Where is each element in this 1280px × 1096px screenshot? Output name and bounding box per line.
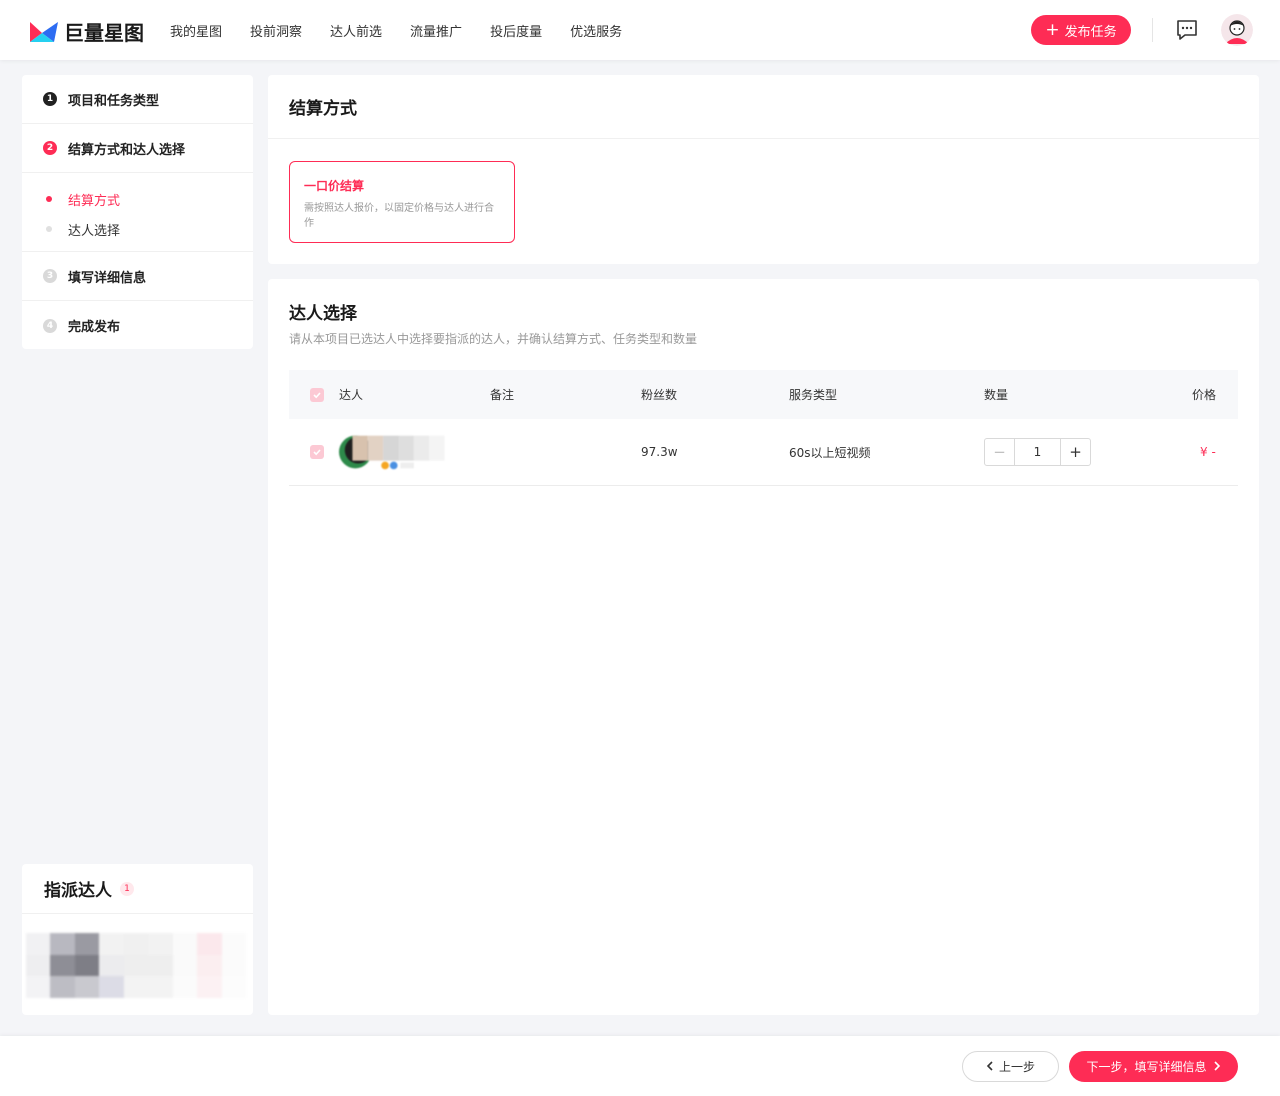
user-avatar[interactable]: [1221, 14, 1253, 46]
table-header: 达人 备注 粉丝数 服务类型 数量 价格: [289, 370, 1238, 419]
substep-list: 结算方式 达人选择: [22, 173, 253, 252]
bullet-dot-icon: [46, 226, 52, 232]
price-value: ¥ -: [1200, 445, 1216, 459]
column-header-fans: 粉丝数: [641, 388, 678, 402]
blurred-creator-info: [339, 419, 459, 485]
main-nav: 我的星图 投前洞察 达人前选 流量推广 投后度量 优选服务: [170, 0, 650, 60]
nav-item-creator-select[interactable]: 达人前选: [330, 21, 382, 40]
fixed-price-option-desc: 需按照达人报价，以固定价格与达人进行合作: [304, 203, 494, 229]
header-divider: [1152, 18, 1153, 42]
top-header: 巨量星图 我的星图 投前洞察 达人前选 流量推广 投后度量 优选服务 + 发布任…: [0, 0, 1280, 60]
select-all-checkbox[interactable]: [310, 387, 324, 402]
step-settlement-creator[interactable]: 2 结算方式和达人选择: [22, 124, 253, 173]
row-select-cell: [310, 419, 324, 485]
fixed-price-option[interactable]: 一口价结算 需按照达人报价，以固定价格与达人进行合作: [289, 161, 515, 243]
plus-icon[interactable]: +: [1060, 439, 1090, 465]
nav-item-my-xingtu[interactable]: 我的星图: [170, 21, 222, 40]
select-all-cell: [310, 370, 324, 419]
creator-selection-title: 达人选择: [289, 304, 357, 324]
fixed-price-option-title: 一口价结算: [304, 179, 365, 193]
quantity-stepper[interactable]: − 1 +: [984, 438, 1091, 466]
substep-label: 达人选择: [68, 223, 121, 239]
blurred-note: [486, 419, 611, 485]
logo-icon: [30, 21, 58, 42]
nav-item-insight[interactable]: 投前洞察: [250, 21, 302, 40]
step-label: 完成发布: [68, 320, 121, 335]
settlement-card: 结算方式 一口价结算 需按照达人报价，以固定价格与达人进行合作: [268, 75, 1259, 264]
column-header-creator: 达人: [339, 388, 364, 402]
settlement-title: 结算方式: [289, 99, 357, 119]
column-header-service: 服务类型: [789, 388, 838, 402]
prev-step-button[interactable]: 上一步: [962, 1051, 1059, 1082]
creator-table: 达人 备注 粉丝数 服务类型 数量 价格 97.3w 60s以上短视频 − 1 …: [289, 370, 1238, 486]
prev-step-label: 上一步: [998, 1060, 1035, 1074]
publish-task-label: 发布任务: [1064, 24, 1117, 40]
row-checkbox[interactable]: [310, 445, 324, 459]
chevron-right-icon: [1213, 1060, 1221, 1074]
column-header-note: 备注: [490, 388, 515, 402]
creator-selection-subtitle: 请从本项目已选达人中选择要指派的达人，并确认结算方式、任务类型和数量: [289, 332, 698, 346]
step-label: 结算方式和达人选择: [68, 142, 186, 158]
quantity-cell: − 1 +: [984, 419, 1091, 485]
assigned-count-badge: 1: [120, 881, 134, 896]
substep-label: 结算方式: [68, 193, 121, 209]
plus-icon: +: [1045, 19, 1060, 40]
nav-item-services[interactable]: 优选服务: [570, 21, 622, 40]
fans-count: 97.3w: [641, 445, 678, 459]
publish-task-button[interactable]: + 发布任务: [1031, 15, 1131, 45]
column-header-quantity: 数量: [984, 388, 1009, 402]
footer-bar: 上一步 下一步，填写详细信息: [0, 1036, 1280, 1096]
message-icon[interactable]: [1175, 18, 1199, 42]
chevron-left-icon: [986, 1060, 994, 1074]
step-label: 填写详细信息: [68, 270, 147, 286]
step-label: 项目和任务类型: [68, 93, 160, 109]
settlement-card-header: 结算方式: [268, 75, 1259, 139]
assigned-creators-header: 指派达人 1: [22, 864, 253, 914]
substep-settlement[interactable]: 结算方式: [22, 184, 253, 214]
step-number: 1: [43, 92, 57, 106]
assigned-creators-title: 指派达人: [44, 881, 112, 901]
assigned-creators-panel: 指派达人 1: [22, 864, 253, 1015]
step-number: 4: [43, 318, 57, 333]
minus-icon[interactable]: −: [985, 439, 1015, 465]
next-step-button[interactable]: 下一步，填写详细信息: [1069, 1051, 1238, 1082]
quantity-value[interactable]: 1: [1015, 445, 1060, 459]
blurred-creator-card: [26, 933, 246, 998]
next-step-label: 下一步，填写详细信息: [1086, 1060, 1207, 1074]
step-number: 2: [43, 141, 57, 155]
step-number: 3: [43, 269, 57, 283]
creator-selection-card: 达人选择 请从本项目已选达人中选择要指派的达人，并确认结算方式、任务类型和数量 …: [268, 279, 1259, 1015]
service-type: 60s以上短视频: [789, 445, 871, 460]
table-row[interactable]: 97.3w 60s以上短视频 − 1 + ¥ -: [289, 419, 1238, 486]
logo-text: 巨量星图: [64, 21, 144, 45]
bullet-dot-icon: [46, 196, 52, 202]
step-details[interactable]: 3 填写详细信息: [22, 252, 253, 301]
step-project-type[interactable]: 1 项目和任务类型: [22, 75, 253, 124]
substep-creator-select[interactable]: 达人选择: [22, 214, 253, 244]
logo[interactable]: 巨量星图: [28, 17, 144, 46]
step-navigator: 1 项目和任务类型 2 结算方式和达人选择 结算方式 达人选择 3 填写详细信息…: [22, 75, 253, 349]
step-publish[interactable]: 4 完成发布: [22, 301, 253, 350]
nav-item-traffic[interactable]: 流量推广: [410, 21, 462, 40]
column-header-price: 价格: [1192, 388, 1217, 402]
nav-item-measure[interactable]: 投后度量: [490, 21, 542, 40]
